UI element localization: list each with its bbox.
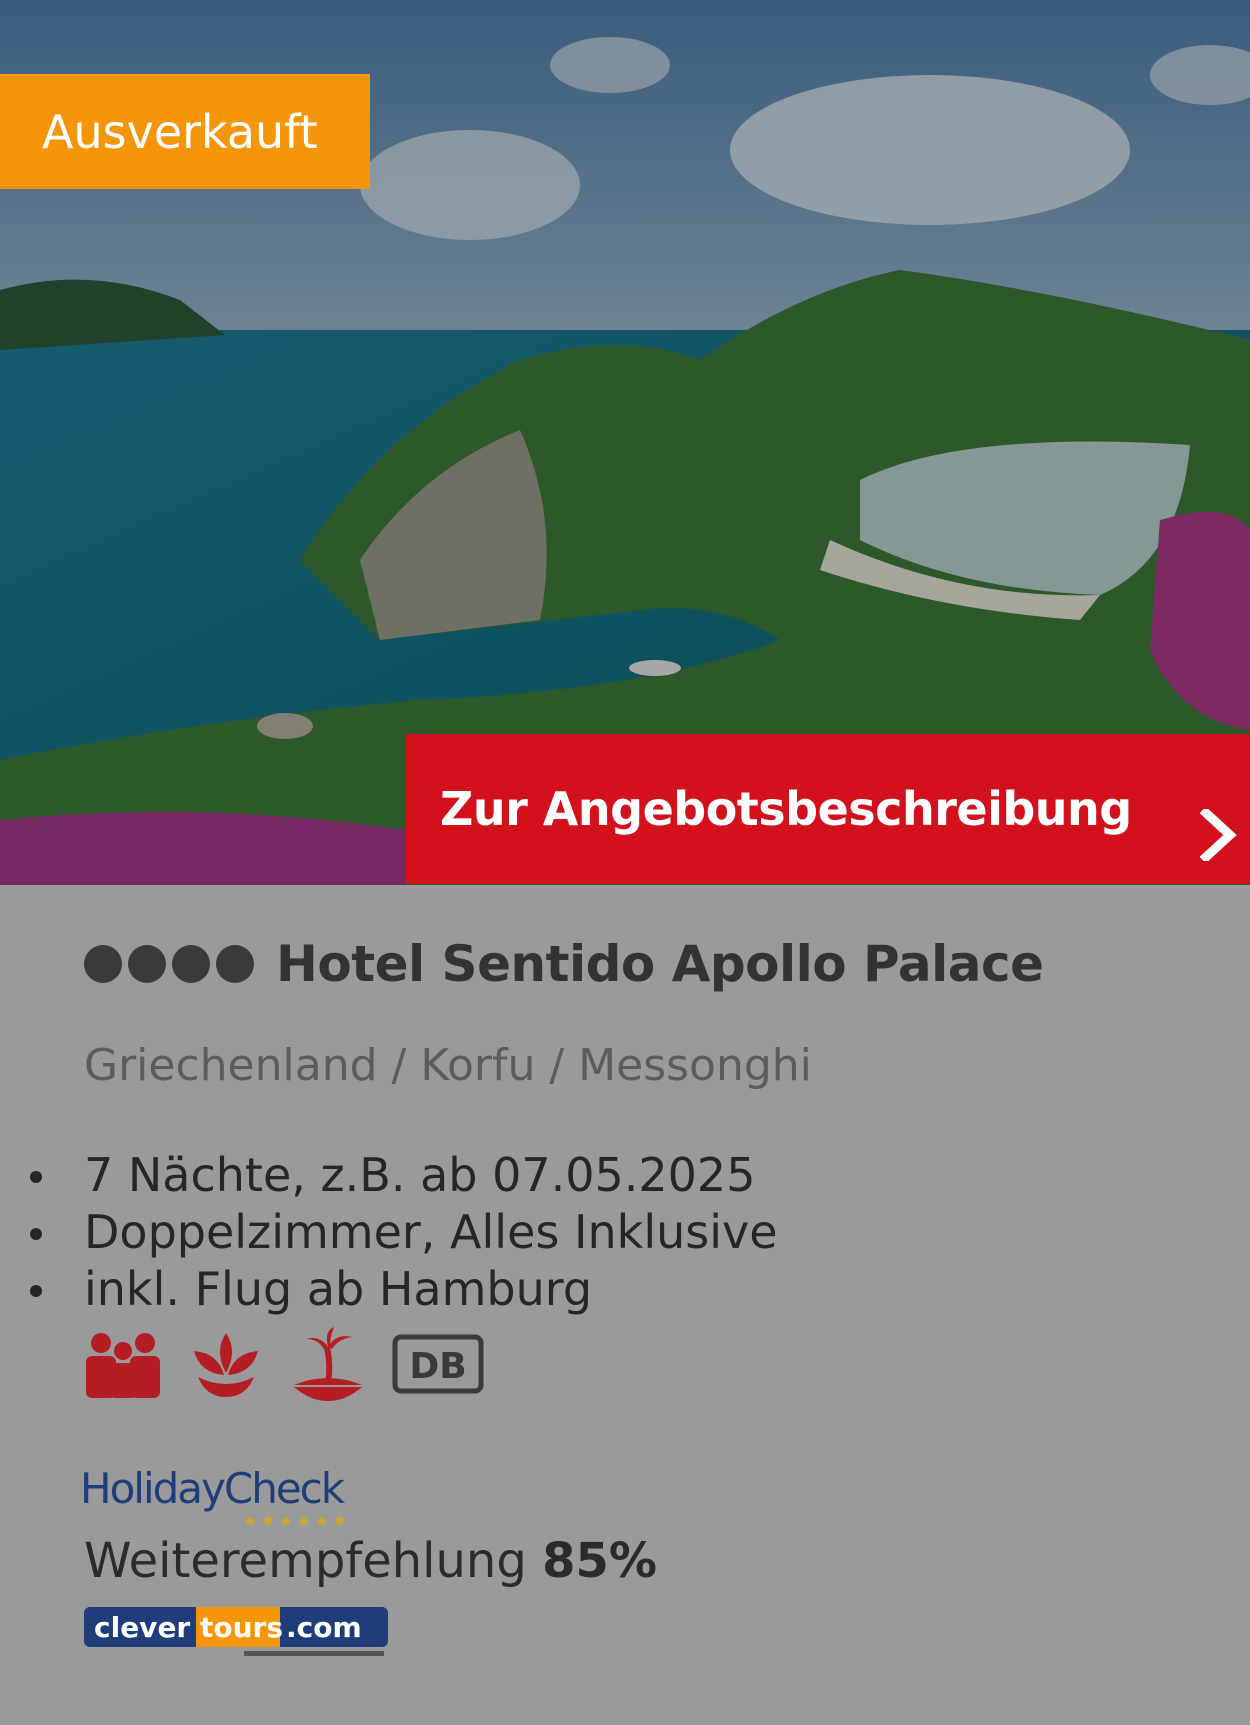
feature-text: 7 Nächte, z.B. ab 07.05.2025 [84,1148,756,1202]
clevertours-logo[interactable]: clever tours .com [84,1605,388,1665]
clevertours-logo-text-left: clever [94,1611,190,1644]
feature-item: Doppelzimmer, Alles Inklusive [24,1204,778,1261]
feature-text: Doppelzimmer, Alles Inklusive [84,1205,778,1259]
holidaycheck-logo-text: HolidayCheck [80,1464,346,1513]
bullet-icon [30,1171,42,1183]
star-dot-icon [84,945,122,983]
spa-lotus-icon [188,1329,264,1403]
feature-item: inkl. Flug ab Hamburg [24,1261,778,1318]
star-dot-icon [172,945,210,983]
star-dot-icon [128,945,166,983]
recommendation-value: 85% [542,1533,657,1589]
offer-description-label: Zur Angebotsbeschreibung [440,782,1132,836]
amenity-icons: DB [84,1327,484,1405]
holidaycheck-logo[interactable]: HolidayCheck [80,1463,380,1531]
feature-list: 7 Nächte, z.B. ab 07.05.2025 Doppelzimme… [24,1147,778,1318]
hotel-title-row[interactable]: Hotel Sentido Apollo Palace [84,935,1044,993]
bullet-icon [30,1285,42,1297]
offer-description-button[interactable]: Zur Angebotsbeschreibung [406,734,1250,884]
family-icon [84,1329,162,1403]
hotel-star-rating [84,945,254,983]
db-rail-icon-label: DB [409,1346,466,1387]
recommendation-label: Weiterempfehlung [84,1533,527,1589]
hero-image[interactable]: Ausverkauft Zur Angebotsbeschreibung [0,0,1250,885]
star-dot-icon [216,945,254,983]
sold-out-badge: Ausverkauft [0,74,370,189]
hotel-name[interactable]: Hotel Sentido Apollo Palace [276,935,1044,993]
clevertours-logo-text-right: .com [286,1611,362,1644]
sold-out-badge-label: Ausverkauft [42,104,318,159]
feature-text: inkl. Flug ab Hamburg [84,1262,593,1316]
recommendation-rate: Weiterempfehlung 85% [84,1533,657,1589]
feature-item: 7 Nächte, z.B. ab 07.05.2025 [24,1147,778,1204]
bullet-icon [30,1228,42,1240]
hotel-location: Griechenland / Korfu / Messonghi [84,1040,812,1091]
beach-island-icon [290,1327,366,1405]
db-rail-icon: DB [392,1334,484,1398]
clevertours-logo-text-mid: tours [200,1611,283,1644]
